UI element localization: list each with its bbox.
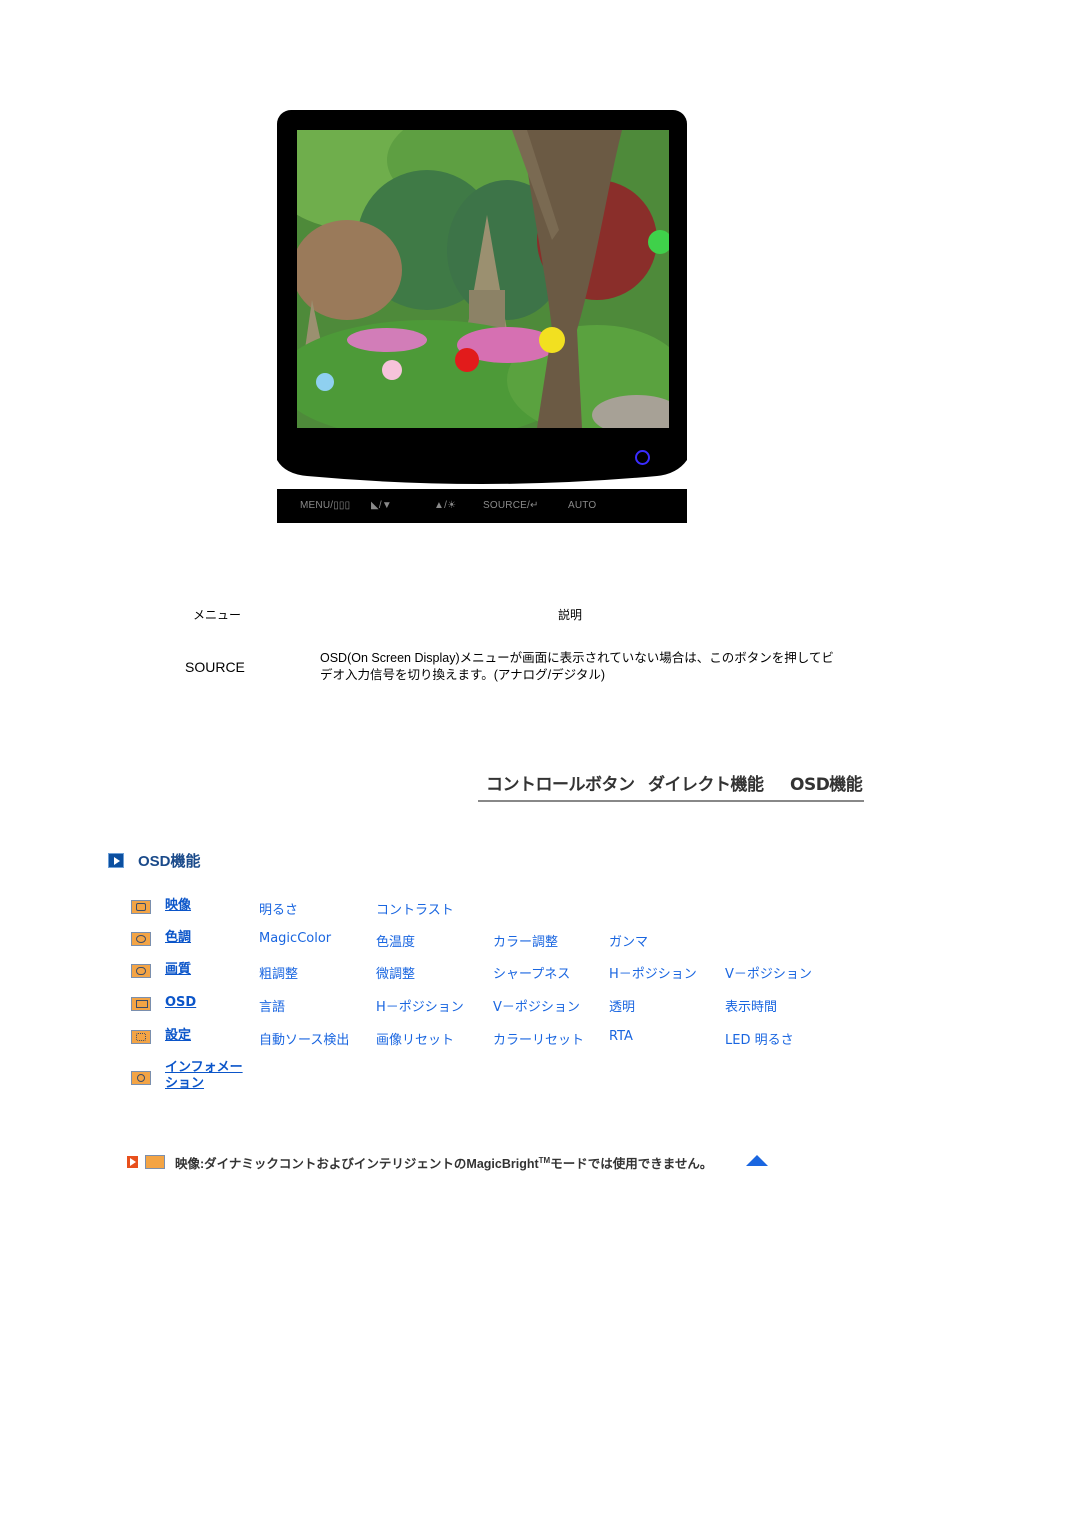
osd-item-coarse[interactable]: 粗調整 [259,963,298,982]
menu-button-label: MENU/▯▯▯ [300,500,351,511]
nav-control-buttons[interactable]: コントロールボタン [486,770,635,795]
osd-category-information[interactable]: インフォメー ション [165,1060,243,1092]
section-nav: コントロールボタン ダイレクト機能 OSD機能 [478,770,864,802]
osd-category-setup[interactable]: 設定 [165,1028,191,1044]
auto-button-label: AUTO [568,500,597,511]
section-title: OSD機能 [138,853,201,870]
source-button-label: SOURCE/↵ [483,500,539,511]
play-arrow-icon [108,853,124,868]
setup-icon [131,1030,151,1044]
osd-item-display-time[interactable]: 表示時間 [725,996,777,1015]
osd-item-transparency[interactable]: 透明 [609,996,635,1015]
osd-item-auto-source[interactable]: 自動ソース検出 [259,1029,349,1048]
osd-category-color[interactable]: 色調 [165,930,191,946]
osd-category-picture[interactable]: 映像 [165,898,191,914]
osd-item-color-tone[interactable]: 色温度 [376,931,415,950]
back-to-top-icon[interactable] [746,1155,768,1166]
osd-item-sharpness[interactable]: シャープネス [493,963,570,982]
osd-item-led-brightness[interactable]: LED 明るさ [725,1029,794,1048]
information-icon [131,1071,151,1085]
note-text: 映像:ダイナミックコントおよびインテリジェントのMagicBrightTMモード… [175,1153,712,1172]
osd-item-language[interactable]: 言語 [259,996,285,1015]
osd-category-information-line1: インフォメー [165,1060,243,1075]
note-text-main: 映像:ダイナミックコントおよびインテリジェントのMagicBright [175,1157,539,1171]
picture-icon [131,900,151,914]
nav-direct-functions[interactable]: ダイレクト機能 [648,770,764,795]
osd-item-h-position[interactable]: H－ポジション [609,963,697,982]
power-led-icon [635,450,650,465]
osd-item-osd-h-position[interactable]: H－ポジション [376,996,464,1015]
table-header-description: 説明 [558,608,583,622]
osd-item-image-reset[interactable]: 画像リセット [376,1029,454,1048]
osd-category-information-line2: ション [165,1076,205,1091]
image-quality-icon [131,964,151,978]
osd-category-image[interactable]: 画質 [165,962,191,978]
osd-item-color-reset[interactable]: カラーリセット [493,1029,584,1048]
table-cell-menu: SOURCE [185,659,245,675]
osd-item-contrast[interactable]: コントラスト [376,899,454,918]
osd-item-rta[interactable]: RTA [609,1029,633,1044]
magicbright-down-button-label: ◣/▼ [371,500,392,511]
table-header-menu: メニュー [193,608,242,622]
osd-category-osd[interactable]: OSD [165,995,196,1011]
trademark: TM [538,1155,551,1165]
table-cell-description: OSD(On Screen Display)メニューが画面に表示されていない場合… [320,651,834,682]
monitor-screen-photo [297,130,669,428]
osd-icon [131,997,151,1011]
osd-item-magiccolor[interactable]: MagicColor [259,931,331,946]
osd-item-brightness[interactable]: 明るさ [259,899,298,918]
monitor-stand-curve [277,440,687,484]
osd-item-fine[interactable]: 微調整 [376,963,415,982]
color-tone-icon [131,932,151,946]
osd-item-osd-v-position[interactable]: V－ポジション [493,996,580,1015]
up-brightness-button-label: ▲/☀ [434,500,457,511]
note-arrow-icon [127,1156,138,1168]
osd-item-color-control[interactable]: カラー調整 [493,931,558,950]
osd-item-gamma[interactable]: ガンマ [609,931,648,950]
monitor-control-buttons: MENU/▯▯▯ ◣/▼ ▲/☀ SOURCE/↵ AUTO [277,489,687,523]
nav-osd-functions[interactable]: OSD機能 [790,770,863,795]
picture-icon [145,1155,165,1169]
note-text-end: モードでは使用できません。 [550,1157,713,1171]
monitor-illustration [277,110,687,486]
osd-item-v-position[interactable]: V－ポジション [725,963,812,982]
